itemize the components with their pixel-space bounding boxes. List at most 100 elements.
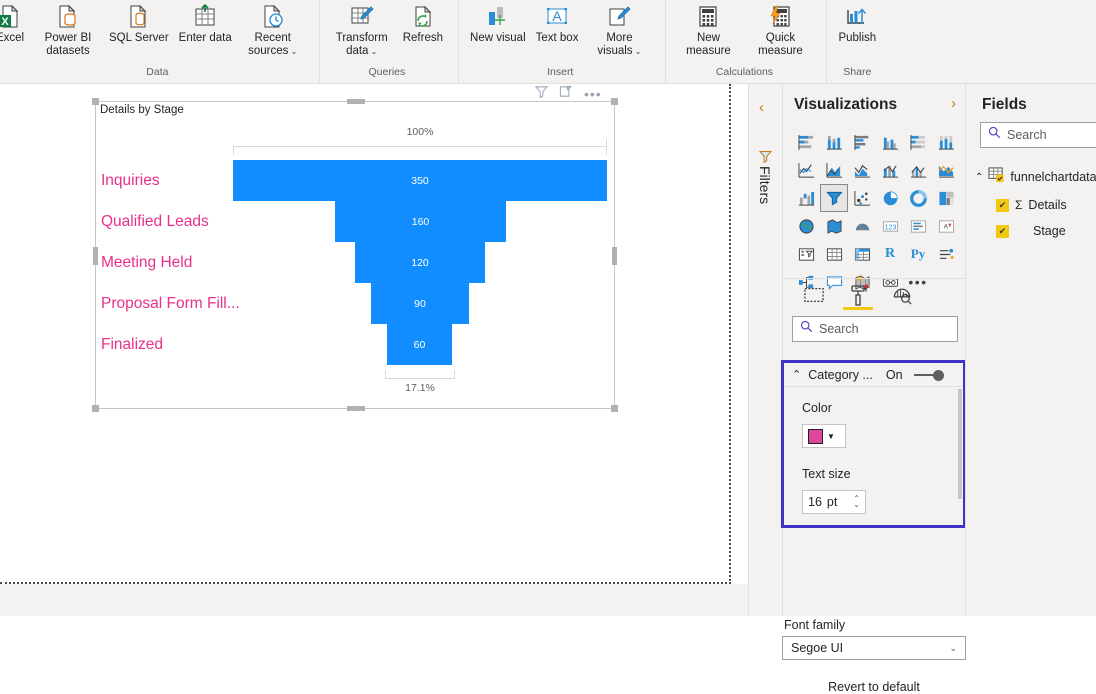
axis-tick-left bbox=[233, 146, 234, 155]
funnel-bar[interactable]: 160 bbox=[335, 201, 506, 242]
new-visual-button[interactable]: New visual bbox=[465, 0, 531, 45]
stacked-area-chart-icon[interactable] bbox=[848, 156, 876, 184]
transform-data-icon bbox=[349, 2, 375, 32]
ribbon-group-label-share: Share bbox=[843, 66, 872, 78]
scatter-chart-icon[interactable] bbox=[848, 184, 876, 212]
slicer-icon[interactable] bbox=[792, 240, 820, 268]
transform-data-text: Transform data bbox=[335, 32, 388, 57]
ribbon-group-label-calculations: Calculations bbox=[715, 66, 774, 78]
category-toggle[interactable] bbox=[913, 369, 944, 381]
sql-server-button[interactable]: SQL Server bbox=[104, 0, 174, 45]
chevron-left-icon[interactable]: ‹ bbox=[759, 100, 764, 115]
category-card-header[interactable]: ⌃ Category ... On bbox=[784, 363, 963, 387]
text-box-label: Text box bbox=[535, 32, 579, 44]
line-chart-icon[interactable] bbox=[792, 156, 820, 184]
filters-pane-collapsed[interactable]: ‹ Filters bbox=[749, 84, 783, 616]
stepper-down-icon[interactable]: ⌄ bbox=[853, 501, 860, 509]
format-search-input[interactable]: Search bbox=[792, 316, 958, 342]
field-row-stage[interactable]: ✔ Stage bbox=[996, 220, 1066, 242]
transform-data-button[interactable]: Transform data ⌄ bbox=[326, 0, 398, 58]
refresh-button[interactable]: Refresh bbox=[398, 0, 448, 45]
analytics-tab[interactable] bbox=[880, 280, 924, 310]
stacked-bar-chart-icon[interactable] bbox=[792, 128, 820, 156]
treemap-icon[interactable] bbox=[932, 184, 960, 212]
power-bi-datasets-label: Power BI datasets bbox=[44, 32, 92, 57]
revert-to-default-link[interactable]: Revert to default bbox=[782, 680, 966, 694]
field-checkbox[interactable]: ✔ bbox=[996, 224, 1009, 238]
filters-label: Filters bbox=[757, 166, 773, 205]
quick-measure-icon bbox=[767, 2, 793, 32]
clustered-bar-chart-icon[interactable] bbox=[848, 128, 876, 156]
canvas-right-gutter bbox=[731, 84, 748, 584]
python-visual-icon[interactable]: Py bbox=[904, 240, 932, 268]
power-bi-datasets-button[interactable]: Power BI datasets bbox=[32, 0, 104, 58]
map-icon[interactable] bbox=[792, 212, 820, 240]
field-row-details[interactable]: ✔ Σ Details bbox=[996, 194, 1067, 216]
line-and-stacked-column-chart-icon[interactable] bbox=[876, 156, 904, 184]
kpi-icon[interactable]: A bbox=[932, 212, 960, 240]
quick-measure-button[interactable]: Quick measure bbox=[744, 0, 816, 58]
field-checkbox[interactable]: ✔ bbox=[996, 198, 1009, 212]
arcgis-map-icon[interactable] bbox=[848, 212, 876, 240]
text-box-button[interactable]: A Text box bbox=[531, 0, 584, 45]
resize-handle-ne[interactable] bbox=[611, 98, 618, 105]
funnel-row: Meeting Held 120 bbox=[96, 242, 614, 283]
filled-map-icon[interactable] bbox=[820, 212, 848, 240]
100-stacked-column-chart-icon[interactable] bbox=[932, 128, 960, 156]
format-tab[interactable] bbox=[836, 280, 880, 310]
pie-chart-icon[interactable] bbox=[876, 184, 904, 212]
resize-handle-se[interactable] bbox=[611, 405, 618, 412]
recent-sources-button[interactable]: Recent sources ⌄ bbox=[237, 0, 309, 58]
new-measure-button[interactable]: New measure bbox=[672, 0, 744, 58]
enter-data-button[interactable]: Enter data bbox=[174, 0, 237, 45]
r-script-visual-icon[interactable]: R bbox=[876, 240, 904, 268]
ribbon-group-insert: New visual A Text box More visuals ⌄ Ins… bbox=[458, 0, 661, 84]
chevron-down-icon[interactable]: ⌄ bbox=[949, 643, 957, 654]
area-chart-icon[interactable] bbox=[820, 156, 848, 184]
funnel-bar[interactable]: 60 bbox=[387, 324, 452, 365]
chevron-up-icon[interactable]: ⌃ bbox=[975, 172, 983, 183]
ribbon-group-label-data: Data bbox=[146, 66, 169, 78]
stepper-arrows[interactable]: ⌃ ⌄ bbox=[853, 495, 860, 509]
funnel-bottom-axis: 17.1% bbox=[385, 370, 455, 398]
100-stacked-bar-chart-icon[interactable] bbox=[904, 128, 932, 156]
waterfall-chart-icon[interactable] bbox=[792, 184, 820, 212]
funnel-bar[interactable]: 90 bbox=[371, 283, 469, 324]
funnel-bar[interactable]: 350 bbox=[233, 160, 607, 201]
more-options-icon[interactable]: ••• bbox=[584, 87, 602, 101]
matrix-icon[interactable] bbox=[848, 240, 876, 268]
clustered-column-chart-icon[interactable] bbox=[876, 128, 904, 156]
chevron-up-icon[interactable]: ⌃ bbox=[792, 368, 801, 381]
stacked-column-chart-icon[interactable] bbox=[820, 128, 848, 156]
color-picker[interactable]: ▼ bbox=[802, 424, 846, 448]
funnel-bar[interactable]: 120 bbox=[355, 242, 485, 283]
fields-tab[interactable] bbox=[792, 280, 836, 310]
category-format-card: ⌃ Category ... On Color ▼ Text size 16 p… bbox=[781, 360, 966, 528]
multi-row-card-icon[interactable] bbox=[904, 212, 932, 240]
fields-search-input[interactable]: Search bbox=[980, 122, 1096, 148]
publish-button[interactable]: Publish bbox=[833, 0, 881, 45]
funnel-chart-icon[interactable] bbox=[820, 184, 848, 212]
resize-handle-s[interactable] bbox=[347, 406, 365, 411]
font-family-select[interactable]: Segoe UI ⌄ bbox=[782, 636, 966, 660]
fields-table-row[interactable]: ⌃ funnelchartdata bbox=[975, 166, 1096, 188]
funnel-chart-visual[interactable]: Details by Stage 100% Inquiries 350 Qual… bbox=[92, 98, 618, 412]
donut-chart-icon[interactable] bbox=[904, 184, 932, 212]
chevron-down-icon[interactable]: ▼ bbox=[827, 432, 835, 441]
visual-type-grid: 123 A R Py ••• bbox=[792, 128, 960, 296]
text-size-stepper[interactable]: 16 pt ⌃ ⌄ bbox=[802, 490, 866, 514]
card-scrollbar[interactable] bbox=[958, 389, 962, 499]
excel-button[interactable]: X Excel bbox=[0, 0, 32, 45]
chevron-right-icon[interactable]: › bbox=[951, 96, 956, 111]
line-and-clustered-column-chart-icon[interactable] bbox=[904, 156, 932, 184]
key-influencers-icon[interactable] bbox=[932, 240, 960, 268]
more-visuals-button[interactable]: More visuals ⌄ bbox=[583, 0, 655, 58]
ribbon-chart-icon[interactable] bbox=[932, 156, 960, 184]
category-toggle-state: On bbox=[885, 367, 903, 382]
card-icon[interactable]: 123 bbox=[876, 212, 904, 240]
table-icon[interactable] bbox=[820, 240, 848, 268]
resize-handle-nw[interactable] bbox=[92, 98, 99, 105]
format-search-placeholder: Search bbox=[819, 322, 859, 336]
resize-handle-n[interactable] bbox=[347, 99, 365, 104]
resize-handle-sw[interactable] bbox=[92, 405, 99, 412]
